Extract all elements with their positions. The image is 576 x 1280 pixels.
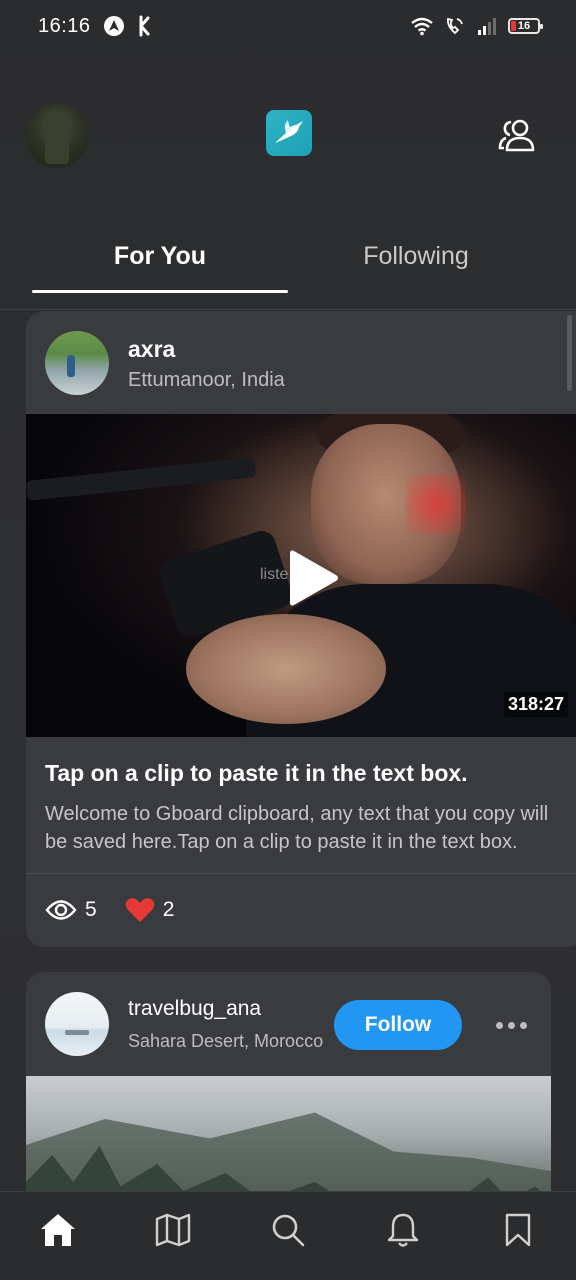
post-author-name[interactable]: axra xyxy=(128,336,175,363)
home-icon[interactable] xyxy=(38,1210,78,1250)
post-card[interactable]: axra Ettumanoor, India liste 318:27 Tap … xyxy=(26,311,576,947)
scrollbar[interactable] xyxy=(567,315,572,391)
wifi-icon xyxy=(411,17,433,36)
post-header: travelbug_ana Sahara Desert, Morocco Fol… xyxy=(26,972,551,1075)
bottom-navigation xyxy=(0,1191,576,1280)
wifi-calling-icon xyxy=(446,17,463,35)
people-icon[interactable] xyxy=(498,118,538,152)
search-icon[interactable] xyxy=(268,1210,308,1250)
more-options-icon[interactable] xyxy=(496,1012,532,1038)
status-time: 16:16 xyxy=(38,14,91,37)
heart-icon[interactable] xyxy=(125,897,155,923)
post-location: Ettumanoor, India xyxy=(128,369,285,391)
post-author-avatar[interactable] xyxy=(45,992,109,1056)
tab-for-you[interactable]: For You xyxy=(32,242,288,271)
battery-icon: 16 xyxy=(508,18,543,34)
post-location: Sahara Desert, Morocco xyxy=(128,1031,324,1051)
eye-icon xyxy=(45,900,77,920)
divider xyxy=(26,873,576,874)
follow-button[interactable]: Follow xyxy=(334,1000,462,1050)
post-feed[interactable]: axra Ettumanoor, India liste 318:27 Tap … xyxy=(0,311,576,1191)
post-author-name[interactable]: travelbug_ana xyxy=(128,997,261,1021)
post-card[interactable]: travelbug_ana Sahara Desert, Morocco Fol… xyxy=(26,972,551,1191)
post-title[interactable]: Tap on a clip to paste it in the text bo… xyxy=(45,760,468,787)
views-count: 5 xyxy=(85,898,97,921)
battery-level: 16 xyxy=(517,20,531,32)
post-video[interactable]: liste 318:27 xyxy=(26,414,576,737)
post-stats: 5 2 xyxy=(45,897,202,923)
post-header: axra Ettumanoor, India xyxy=(26,311,576,414)
bell-icon[interactable] xyxy=(383,1210,423,1250)
map-icon[interactable] xyxy=(153,1210,193,1250)
post-image[interactable] xyxy=(26,1076,551,1191)
feed-tabs: For You Following xyxy=(0,232,576,310)
active-tab-indicator xyxy=(32,290,288,293)
views-stat: 5 xyxy=(45,898,97,922)
video-overlay-text: liste xyxy=(260,566,289,583)
post-author-avatar[interactable] xyxy=(45,331,109,395)
user-avatar[interactable] xyxy=(25,104,89,168)
signal-icon xyxy=(478,18,496,35)
video-duration: 318:27 xyxy=(503,692,568,717)
likes-count: 2 xyxy=(162,898,175,921)
likes-stat[interactable]: 2 xyxy=(125,897,175,923)
app-screen: 16:16 16 For You Following axra Ettumano… xyxy=(0,0,576,1280)
tab-following[interactable]: Following xyxy=(288,242,544,271)
play-icon[interactable] xyxy=(288,547,340,609)
notification-app-icon xyxy=(139,15,150,37)
post-body[interactable]: Welcome to Gboard clipboard, any text th… xyxy=(45,800,571,856)
bookmark-icon[interactable] xyxy=(498,1210,538,1250)
navigation-app-icon xyxy=(103,16,124,36)
app-header xyxy=(0,100,576,172)
hummingbird-icon xyxy=(266,110,312,156)
status-bar: 16:16 16 xyxy=(0,0,576,52)
